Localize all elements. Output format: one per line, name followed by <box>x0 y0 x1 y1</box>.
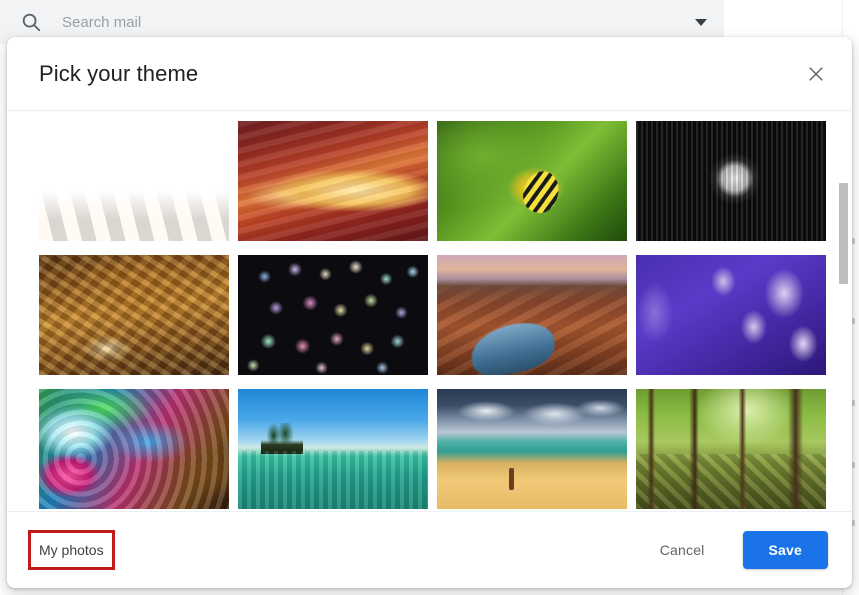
theme-list-scrollbar-thumb[interactable] <box>839 183 848 284</box>
save-button[interactable]: Save <box>742 531 828 569</box>
theme-list <box>7 111 852 511</box>
theme-thumbnail <box>238 121 428 241</box>
my-photos-link[interactable]: My photos <box>31 536 112 564</box>
theme-option-jellyfish[interactable] <box>635 254 827 376</box>
dialog-header: Pick your theme <box>7 37 852 111</box>
theme-grid <box>38 120 852 510</box>
theme-option-water-droplet[interactable] <box>38 388 230 510</box>
theme-thumbnail <box>636 389 826 509</box>
theme-thumbnail <box>636 121 826 241</box>
theme-list-scrollbar[interactable] <box>838 113 848 509</box>
theme-thumbnail <box>39 389 229 509</box>
search-input[interactable] <box>62 13 678 31</box>
close-button[interactable] <box>800 58 832 90</box>
search-icon[interactable] <box>20 11 42 33</box>
theme-option-metal-pipes[interactable] <box>635 120 827 242</box>
theme-option-caterpillar[interactable] <box>436 120 628 242</box>
theme-option-chess-pieces[interactable] <box>38 120 230 242</box>
dialog-footer: My photos Cancel Save <box>7 511 852 588</box>
theme-thumbnail <box>39 121 229 241</box>
theme-option-autumn-leaves[interactable] <box>38 254 230 376</box>
page-title: Pick your theme <box>39 60 199 86</box>
theme-thumbnail <box>437 255 627 375</box>
screen: Pick your theme <box>0 0 859 595</box>
theme-option-green-forest[interactable] <box>635 388 827 510</box>
theme-option-mountain-lake[interactable] <box>237 388 429 510</box>
theme-thumbnail <box>238 255 428 375</box>
theme-thumbnail <box>636 255 826 375</box>
theme-thumbnail <box>437 121 627 241</box>
theme-option-horseshoe-bend[interactable] <box>436 254 628 376</box>
cancel-button[interactable]: Cancel <box>644 532 721 568</box>
theme-option-stormy-beach[interactable] <box>436 388 628 510</box>
theme-thumbnail <box>39 255 229 375</box>
chevron-down-icon <box>695 18 707 26</box>
theme-thumbnail <box>437 389 627 509</box>
pick-theme-dialog: Pick your theme My photos Cancel Save <box>7 37 852 588</box>
theme-option-slot-canyon[interactable] <box>237 120 429 242</box>
theme-thumbnail <box>238 389 428 509</box>
my-photos-wrapper: My photos <box>28 530 115 570</box>
theme-option-colorful-bokeh[interactable] <box>237 254 429 376</box>
